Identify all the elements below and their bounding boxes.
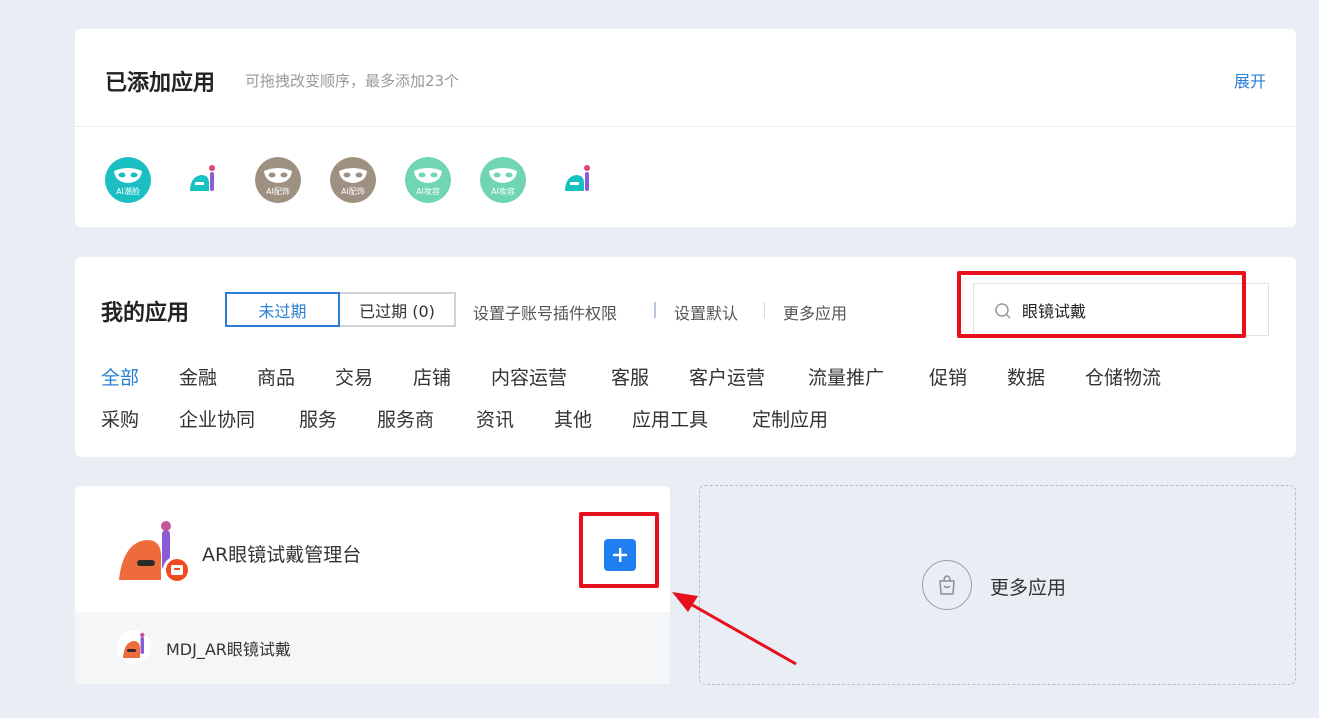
shopping-bag-icon [922,560,972,610]
more-apps-link[interactable]: 更多应用 [783,300,847,324]
ai-mask-icon[interactable]: AI配饰 [330,157,376,203]
icon-text: AI潮脸 [116,186,140,196]
ar-glasses-app-icon[interactable] [555,157,601,203]
category-item[interactable]: 定制应用 [752,405,828,432]
sub-app-row[interactable]: MDJ_AR眼镜试戴 [75,612,670,684]
ai-mask-icon[interactable]: AI潮脸 [105,157,151,203]
category-item[interactable]: 商品 [257,363,295,390]
expand-link[interactable]: 展开 [1234,68,1266,92]
category-item[interactable]: 交易 [335,363,373,390]
added-apps-title: 已添加应用 [105,71,216,96]
category-item[interactable]: 其他 [554,405,592,432]
category-item[interactable]: 流量推广 [808,363,884,390]
tab-active[interactable]: 未过期 [225,292,340,327]
sub-app-logo-icon [117,630,151,664]
category-item[interactable]: 内容运营 [491,363,567,390]
category-item[interactable]: 采购 [101,405,139,432]
ai-mask-icon[interactable]: AI配饰 [255,157,301,203]
added-apps-card: 已添加应用 可拖拽改变顺序，最多添加23个 展开 AI潮脸 AI配饰 AI配饰 … [75,29,1296,227]
category-item[interactable]: 应用工具 [632,405,708,432]
icon-text: AI配饰 [341,186,365,196]
category-item[interactable]: 企业协同 [179,405,255,432]
search-input[interactable] [1022,296,1252,324]
search-box [973,283,1269,336]
category-item[interactable]: 金融 [179,363,217,390]
category-item[interactable]: 数据 [1007,363,1045,390]
sub-app-name: MDJ_AR眼镜试戴 [166,640,291,659]
red-arrow-annotation [672,592,797,666]
tab-expired[interactable]: 已过期 (0) [340,292,456,327]
search-icon [995,303,1011,319]
category-item[interactable]: 服务商 [377,405,434,432]
category-item[interactable]: 店铺 [413,363,451,390]
ar-glasses-app-icon[interactable] [180,157,226,203]
more-apps-label: 更多应用 [990,577,1067,599]
app-name: AR眼镜试戴管理台 [202,544,362,566]
ar-glasses-app-logo-icon [119,521,191,584]
icon-text: AI配饰 [266,186,290,196]
icon-text: AI妆容 [416,186,440,196]
category-item[interactable]: 客户运营 [689,363,765,390]
my-apps-card: 我的应用 未过期 已过期 (0) 设置子账号插件权限 设置默认 更多应用 全部 … [75,257,1296,457]
set-default-link[interactable]: 设置默认 [674,300,738,324]
category-item[interactable]: 仓储物流 [1085,363,1161,390]
my-apps-title: 我的应用 [101,301,190,326]
ai-mask-icon[interactable]: AI妆容 [405,157,451,203]
category-all[interactable]: 全部 [101,363,139,390]
separator [654,302,656,318]
added-apps-hint: 可拖拽改变顺序，最多添加23个 [245,72,460,90]
plus-icon [613,548,627,562]
divider [75,126,1296,127]
category-item[interactable]: 服务 [299,405,337,432]
category-item[interactable]: 资讯 [476,405,514,432]
ai-mask-icon[interactable]: AI妆容 [480,157,526,203]
subaccount-permission-link[interactable]: 设置子账号插件权限 [473,300,617,324]
app-card[interactable]: AR眼镜试戴管理台 MDJ_AR眼镜试戴 [75,486,670,684]
category-item[interactable]: 客服 [611,363,649,390]
add-app-button[interactable] [604,539,636,571]
icon-text: AI妆容 [491,186,515,196]
separator [764,302,765,318]
category-item[interactable]: 促销 [929,363,967,390]
